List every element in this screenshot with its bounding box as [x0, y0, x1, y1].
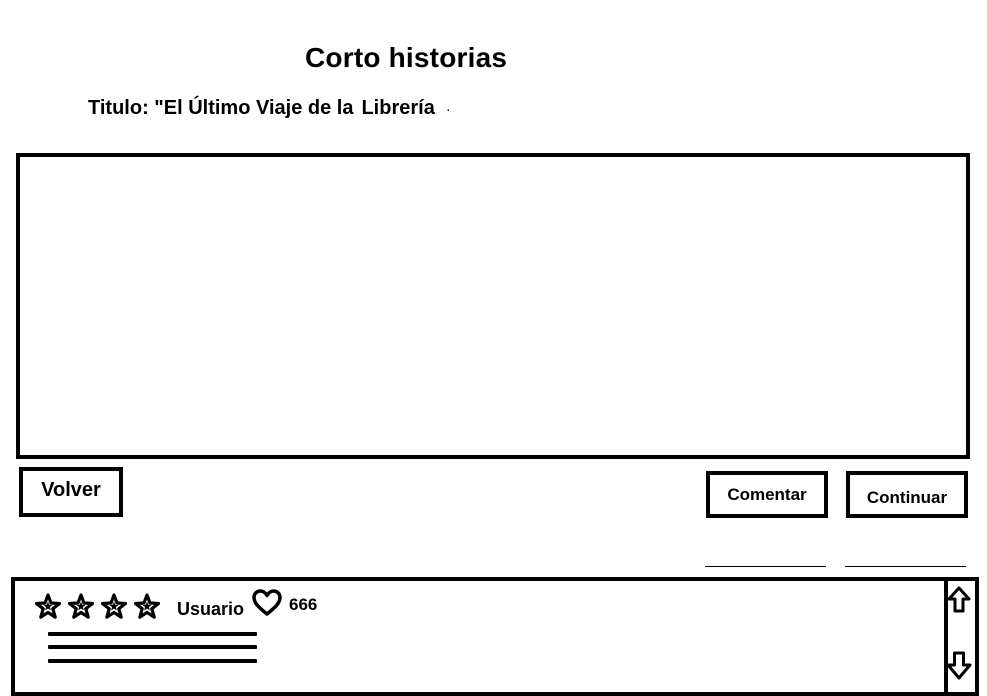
comment-panel: Usuario 666 [11, 577, 979, 696]
star-rating[interactable] [35, 593, 160, 619]
continue-button[interactable]: Continuar [846, 471, 968, 518]
like-count: 666 [289, 595, 318, 614]
divider [705, 566, 826, 567]
star-icon[interactable] [35, 593, 61, 619]
page-title: Corto historias [305, 42, 508, 73]
star-icon[interactable] [134, 593, 160, 619]
comment-text-line [48, 632, 257, 636]
story-title: Titulo: "El Último Viaje de la Librería. [88, 97, 450, 120]
heart-icon[interactable] [251, 589, 283, 622]
story-title-prefix: Titulo: "El Último Viaje de la [88, 97, 354, 119]
back-button[interactable]: Volver [19, 467, 123, 517]
divider [845, 566, 966, 567]
story-title-suffix: Librería [361, 97, 435, 119]
star-icon[interactable] [101, 593, 127, 619]
story-title-trailing: . [446, 103, 450, 115]
comment-button[interactable]: Comentar [706, 471, 828, 518]
story-content-area[interactable] [16, 153, 970, 459]
comment-text-line [48, 659, 257, 663]
arrow-down-icon[interactable] [941, 651, 977, 689]
comment-text-line [48, 645, 257, 649]
arrow-up-icon[interactable] [941, 586, 977, 620]
comment-username[interactable]: Usuario [177, 599, 244, 620]
star-icon[interactable] [68, 593, 94, 619]
